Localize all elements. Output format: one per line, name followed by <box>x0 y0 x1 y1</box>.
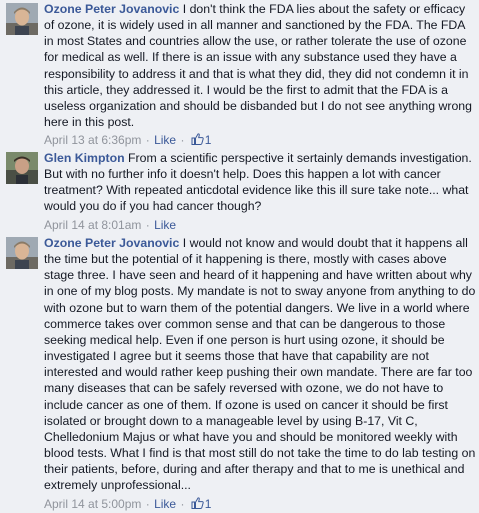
meta-separator: · <box>145 217 150 232</box>
like-button[interactable]: Like <box>154 133 176 147</box>
comment-author[interactable]: Ozone Peter Jovanovic <box>44 236 179 250</box>
like-count[interactable]: 1 <box>205 133 212 147</box>
meta-separator: · <box>180 133 185 148</box>
meta-separator: · <box>145 133 150 148</box>
comment-body: Glen Kimpton From a scientific perspecti… <box>44 150 476 233</box>
comment-text: I would not know and would doubt that it… <box>44 236 476 493</box>
like-button[interactable]: Like <box>154 497 176 511</box>
avatar[interactable] <box>6 237 38 269</box>
comment-meta: April 13 at 6:36pm · Like · 1 <box>44 132 476 148</box>
comment-body: Ozone Peter Jovanovic I would not know a… <box>44 235 476 512</box>
thumbs-up-icon[interactable] <box>191 496 204 509</box>
comment-text: I don't think the FDA lies about the saf… <box>44 2 472 130</box>
meta-separator: · <box>145 496 150 511</box>
like-button[interactable]: Like <box>154 218 176 232</box>
meta-separator: · <box>180 496 185 511</box>
comment-timestamp[interactable]: April 14 at 8:01am <box>44 218 141 232</box>
comment-author[interactable]: Ozone Peter Jovanovic <box>44 2 179 16</box>
comment-timestamp[interactable]: April 14 at 5:00pm <box>44 497 141 511</box>
avatar[interactable] <box>6 3 38 35</box>
comment-author[interactable]: Glen Kimpton <box>44 151 125 165</box>
like-count[interactable]: 1 <box>205 497 212 511</box>
avatar[interactable] <box>6 152 38 184</box>
comment-meta: April 14 at 8:01am · Like <box>44 217 476 233</box>
comment-list: Ozone Peter Jovanovic I don't think the … <box>0 0 479 511</box>
comment-timestamp[interactable]: April 13 at 6:36pm <box>44 133 141 147</box>
thumbs-up-icon[interactable] <box>191 133 204 146</box>
comment-body: Ozone Peter Jovanovic I don't think the … <box>44 1 476 148</box>
